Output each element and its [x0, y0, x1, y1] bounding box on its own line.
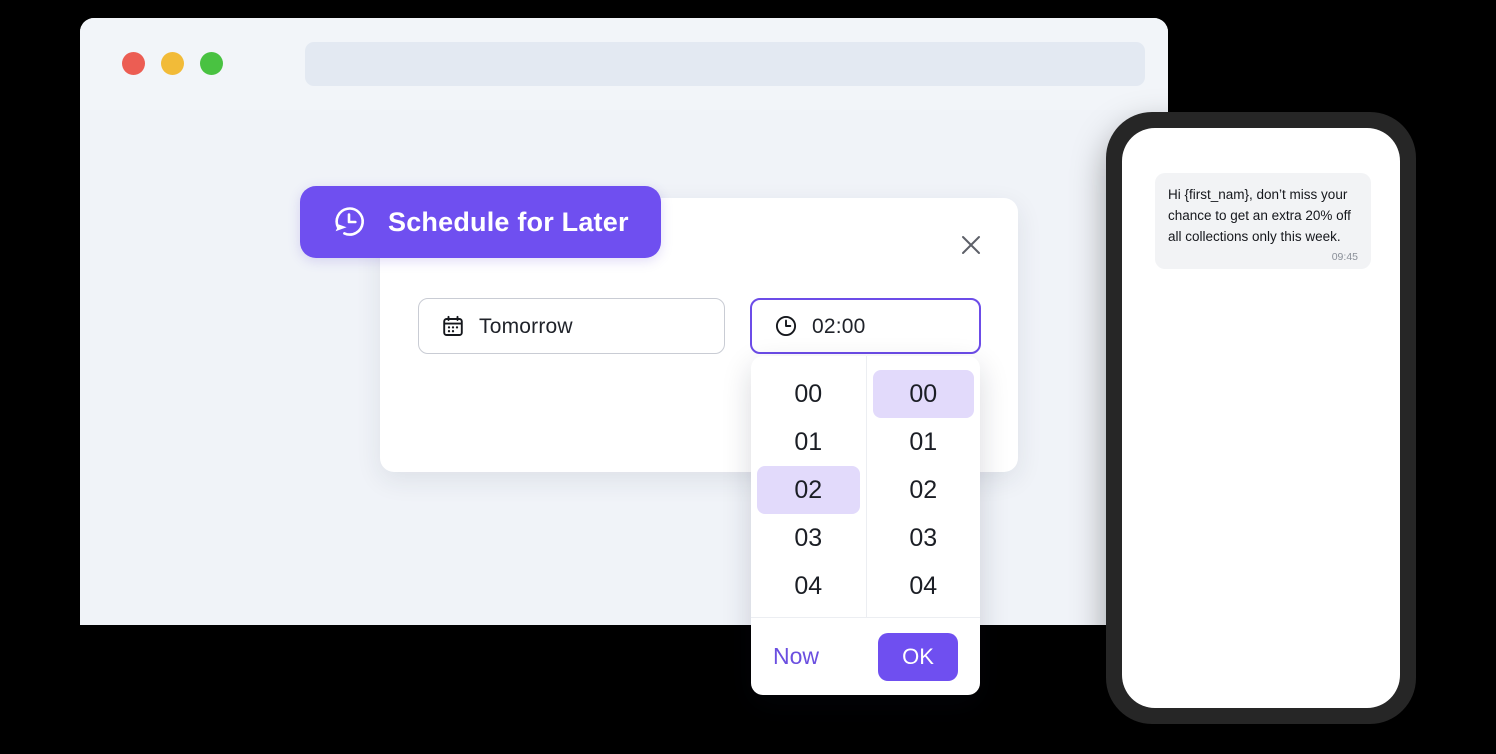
ok-button[interactable]: OK — [878, 632, 958, 681]
phone-screen: Hi {first_nam}, don’t miss your chance t… — [1122, 128, 1400, 708]
time-picker-columns: 00 01 02 03 04 00 01 02 03 04 — [751, 356, 980, 617]
hour-option[interactable]: 00 — [757, 370, 860, 418]
minutes-column[interactable]: 00 01 02 03 04 — [865, 356, 981, 617]
schedule-for-later-button[interactable]: Schedule for Later — [300, 186, 661, 258]
window-minimize-button[interactable] — [161, 52, 184, 75]
datetime-fields: Tomorrow 02:00 — [418, 298, 981, 354]
phone-mockup: Hi {first_nam}, don’t miss your chance t… — [1106, 112, 1416, 724]
clock-icon — [774, 314, 798, 338]
schedule-for-later-label: Schedule for Later — [388, 206, 629, 237]
minute-option[interactable]: 01 — [873, 418, 975, 466]
time-picker-footer: Now OK — [751, 617, 980, 695]
page-root: Tomorrow 02:00 Ca — [0, 0, 1496, 754]
hour-option[interactable]: 01 — [757, 418, 860, 466]
close-icon[interactable] — [956, 230, 986, 260]
traffic-lights — [122, 52, 223, 75]
now-button[interactable]: Now — [773, 643, 819, 670]
hour-option-selected[interactable]: 02 — [757, 466, 860, 514]
minute-option[interactable]: 04 — [873, 562, 975, 610]
calendar-icon — [441, 314, 465, 338]
minute-option-selected[interactable]: 00 — [872, 370, 974, 418]
date-field[interactable]: Tomorrow — [418, 298, 725, 354]
minute-option[interactable]: 03 — [873, 514, 975, 562]
window-close-button[interactable] — [122, 52, 145, 75]
window-maximize-button[interactable] — [200, 52, 223, 75]
time-value: 02:00 — [812, 314, 866, 338]
hour-option[interactable]: 04 — [757, 562, 860, 610]
date-value: Tomorrow — [479, 314, 573, 338]
browser-chrome — [80, 18, 1168, 110]
hour-option[interactable]: 03 — [757, 514, 860, 562]
minute-option[interactable]: 02 — [873, 466, 975, 514]
message-bubble: Hi {first_nam}, don’t miss your chance t… — [1155, 173, 1371, 269]
hours-column[interactable]: 00 01 02 03 04 — [751, 356, 866, 617]
message-timestamp: 09:45 — [1331, 250, 1358, 263]
time-field[interactable]: 02:00 — [750, 298, 981, 354]
time-picker-dropdown: 00 01 02 03 04 00 01 02 03 04 Now OK — [751, 356, 980, 695]
schedule-send-clock-icon — [330, 203, 368, 241]
message-text: Hi {first_nam}, don’t miss your chance t… — [1168, 187, 1351, 244]
url-bar[interactable] — [305, 42, 1145, 86]
